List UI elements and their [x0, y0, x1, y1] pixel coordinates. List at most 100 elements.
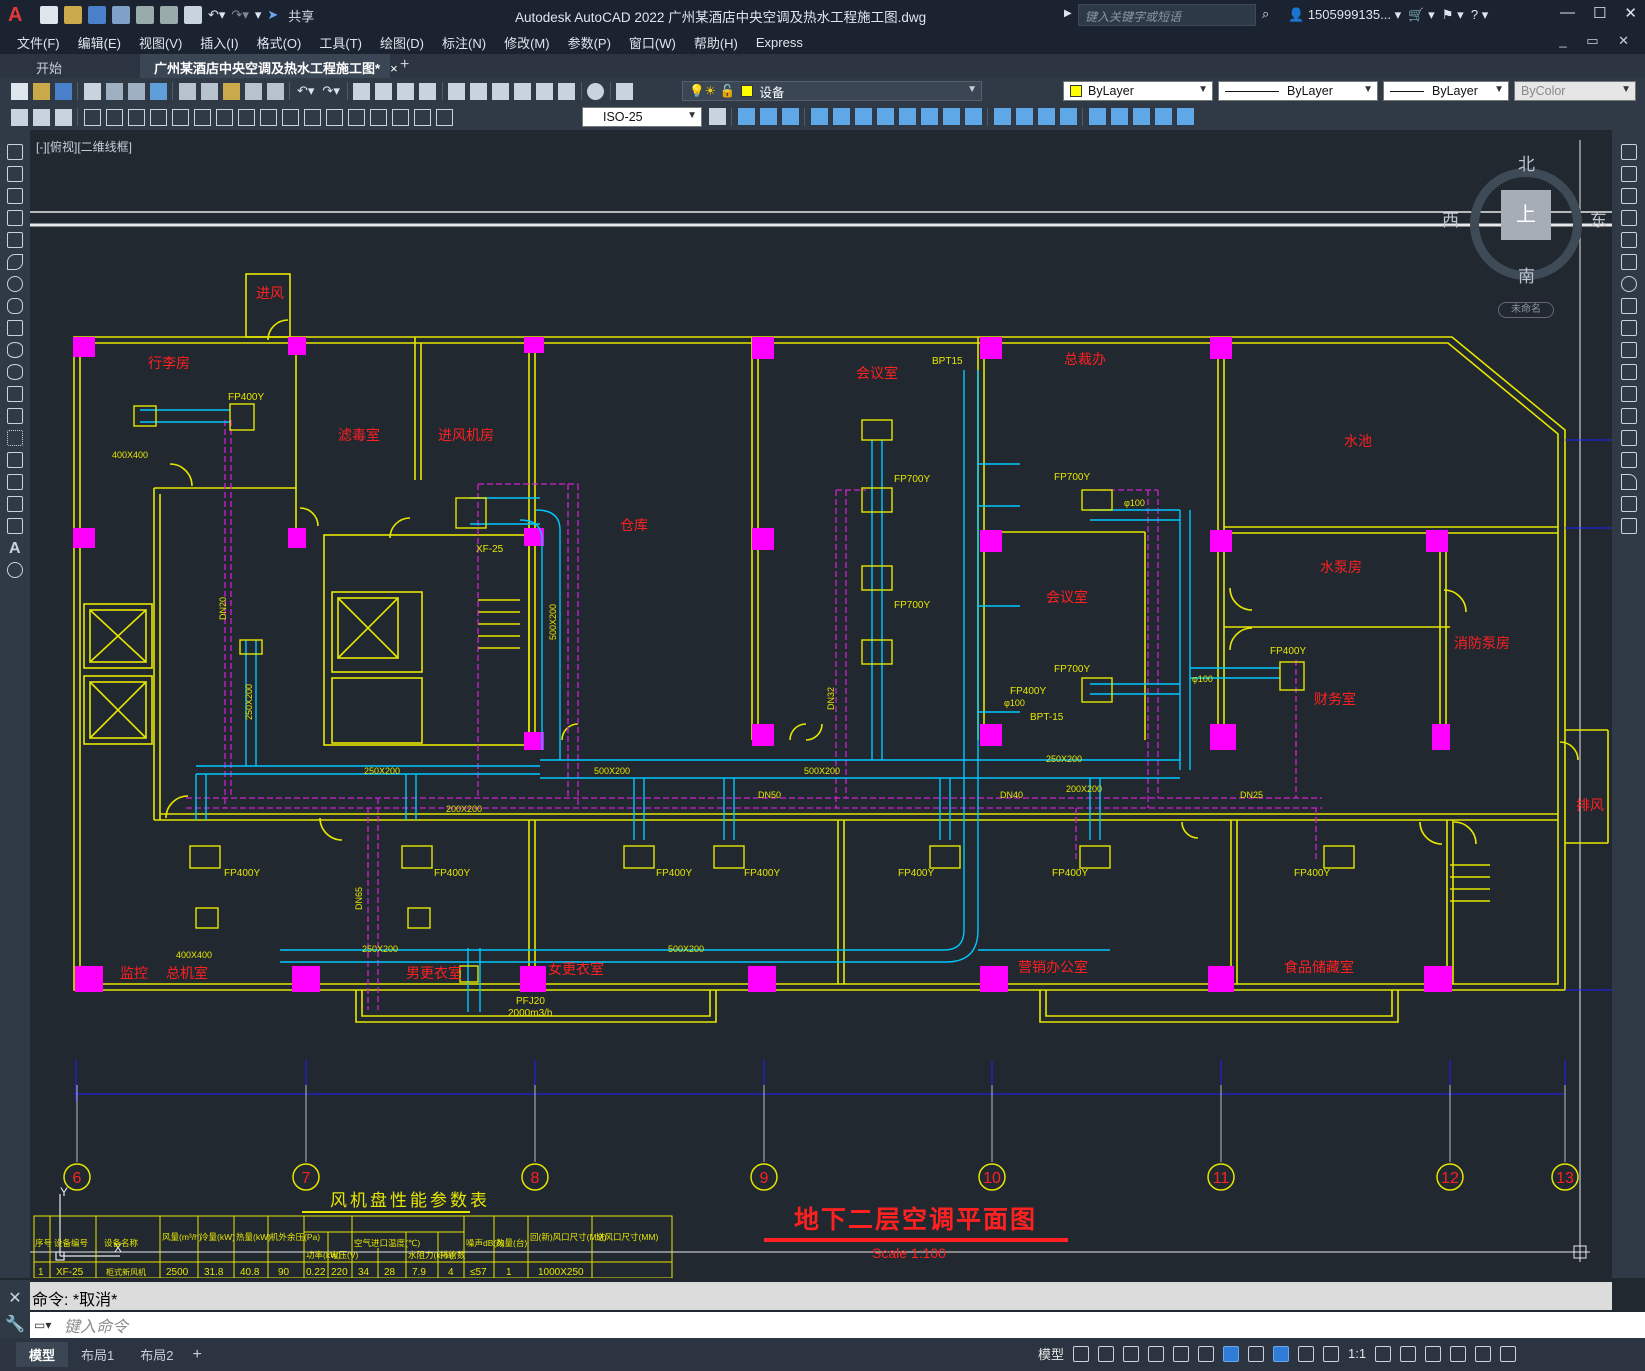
dim-break-icon[interactable]: [281, 108, 299, 126]
copy-object-icon[interactable]: [759, 108, 777, 125]
layout-tab-1[interactable]: 布局1: [68, 1342, 127, 1367]
polygon-icon[interactable]: [7, 210, 23, 226]
layout-tab-model[interactable]: 模型: [16, 1342, 69, 1367]
customization-icon[interactable]: [1500, 1345, 1517, 1362]
expand-arrow-icon[interactable]: ▶: [1064, 8, 1072, 19]
command-line[interactable]: ▭▾ 键入命令: [30, 1312, 1645, 1338]
menu-format[interactable]: 格式(O): [248, 33, 311, 52]
rotate-icon[interactable]: [1621, 276, 1637, 292]
arc-length-icon[interactable]: [54, 108, 72, 126]
arc-icon[interactable]: [7, 254, 23, 270]
add-selected-icon[interactable]: [7, 562, 23, 578]
compass-north[interactable]: 北: [1518, 150, 1535, 175]
radius-icon[interactable]: [105, 108, 123, 126]
add-layout-button[interactable]: +: [192, 1346, 201, 1364]
line-icon[interactable]: [7, 144, 23, 160]
polyline-icon[interactable]: [7, 188, 23, 204]
maximize-icon[interactable]: ☐: [1593, 4, 1606, 22]
menu-modify[interactable]: 修改(M): [495, 33, 559, 52]
auto-scale-icon[interactable]: [1298, 1345, 1315, 1362]
plot-preview-icon[interactable]: [160, 6, 178, 24]
layout-tab-2[interactable]: 布局2: [127, 1342, 186, 1367]
mtext-icon[interactable]: A: [9, 540, 21, 558]
join-icon[interactable]: [1621, 430, 1637, 446]
annotation-scale-value[interactable]: 1:1: [1348, 1346, 1366, 1361]
polar-icon[interactable]: [1148, 1345, 1165, 1362]
save-icon[interactable]: [88, 6, 106, 24]
plotstyle-dropdown[interactable]: ByColor ▼: [1514, 81, 1636, 101]
menu-dimension[interactable]: 标注(N): [433, 33, 495, 52]
array-icon[interactable]: [1621, 232, 1637, 248]
move-icon[interactable]: [1621, 254, 1637, 270]
menu-tools[interactable]: 工具(T): [310, 33, 371, 52]
autocad-logo-icon[interactable]: A: [8, 4, 30, 27]
undo-icon[interactable]: ↶▾: [208, 7, 225, 23]
gear-icon[interactable]: [1375, 1345, 1392, 1362]
isodraft-icon[interactable]: [1173, 1345, 1190, 1362]
baseline-icon[interactable]: [215, 108, 233, 126]
scale-icon[interactable]: [1621, 298, 1637, 314]
compass-east[interactable]: 东: [1590, 206, 1607, 231]
help-icon[interactable]: [587, 82, 605, 100]
mirror-icon[interactable]: [1621, 188, 1637, 204]
new-tab-button[interactable]: +: [390, 54, 419, 78]
ordinate-icon[interactable]: [83, 108, 101, 126]
calculator-icon[interactable]: [558, 82, 576, 100]
menu-file[interactable]: 文件(F): [8, 33, 69, 52]
menu-view[interactable]: 视图(V): [130, 33, 191, 52]
construction-line-icon[interactable]: [7, 166, 23, 182]
tab-drawing[interactable]: 广州某酒店中央空调及热水工程施工图* ×: [140, 54, 398, 78]
command-prompt-icon[interactable]: ▭▾: [30, 1318, 64, 1332]
close-icon[interactable]: ✕: [0, 1288, 30, 1308]
viewcube-top-face[interactable]: 上: [1501, 190, 1551, 240]
print-icon[interactable]: [184, 6, 202, 24]
clean-screen-icon[interactable]: [1475, 1345, 1492, 1362]
gradient-icon[interactable]: [7, 474, 23, 490]
pan-icon[interactable]: [353, 82, 371, 100]
color-dropdown[interactable]: ByLayer ▼: [1063, 81, 1213, 101]
publish-icon[interactable]: [127, 82, 145, 100]
tab-start[interactable]: 开始: [0, 54, 140, 78]
object-snap-tracking-icon[interactable]: [1198, 1345, 1215, 1362]
break-icon[interactable]: [1621, 408, 1637, 424]
saveas-icon[interactable]: [112, 6, 130, 24]
snap-icon[interactable]: [1098, 1345, 1115, 1362]
stretch-icon[interactable]: [920, 108, 938, 125]
break-icon[interactable]: [993, 108, 1011, 125]
mirror-icon[interactable]: [781, 108, 799, 125]
search-input[interactable]: 键入关键字或短语: [1078, 4, 1256, 26]
web-icon[interactable]: [149, 82, 167, 100]
jogged-icon[interactable]: [127, 108, 145, 126]
join-icon[interactable]: [1015, 108, 1033, 125]
offset-icon[interactable]: [1621, 210, 1637, 226]
new-icon[interactable]: [10, 82, 28, 100]
lineweight-dropdown[interactable]: ByLayer ▼: [1383, 81, 1509, 101]
scale-icon[interactable]: [898, 108, 916, 125]
aligned-dim-icon[interactable]: [32, 108, 50, 126]
copy-icon[interactable]: [1621, 166, 1637, 182]
compass-west[interactable]: 西: [1442, 206, 1459, 231]
layer-properties-icon[interactable]: [616, 82, 634, 100]
center-mark-icon[interactable]: [325, 108, 343, 126]
menu-help[interactable]: 帮助(H): [685, 33, 747, 52]
wcs-menu[interactable]: 未命名: [1498, 302, 1554, 318]
angular-icon[interactable]: [171, 108, 189, 126]
annotation-scale-icon[interactable]: [1323, 1345, 1340, 1362]
open-icon[interactable]: [64, 6, 82, 24]
redo-icon[interactable]: ↷▾: [231, 7, 248, 23]
hvac-floor-plan[interactable]: 6 7 8 9 10 11 12 13 进风 行李房 滤毒室 进风机房 仓库 会…: [30, 130, 1612, 1278]
undo-icon[interactable]: ↶▾: [297, 83, 314, 99]
hatch-icon[interactable]: [7, 452, 23, 468]
lineweight-icon[interactable]: [1248, 1345, 1265, 1362]
close-icon[interactable]: ✕: [1624, 4, 1637, 22]
dim-update-icon[interactable]: [435, 108, 453, 126]
table-icon[interactable]: [7, 518, 23, 534]
block-editor-icon[interactable]: [266, 82, 284, 100]
move-icon[interactable]: [854, 108, 872, 125]
trim-icon[interactable]: [942, 108, 960, 125]
rotate-icon[interactable]: [876, 108, 894, 125]
viewcube[interactable]: 北 南 西 东 上 未命名: [1442, 150, 1607, 320]
properties-icon[interactable]: [448, 82, 466, 100]
chamfer-icon[interactable]: [1621, 452, 1637, 468]
viewport-controls[interactable]: [-][俯视][二维线框]: [36, 138, 132, 155]
